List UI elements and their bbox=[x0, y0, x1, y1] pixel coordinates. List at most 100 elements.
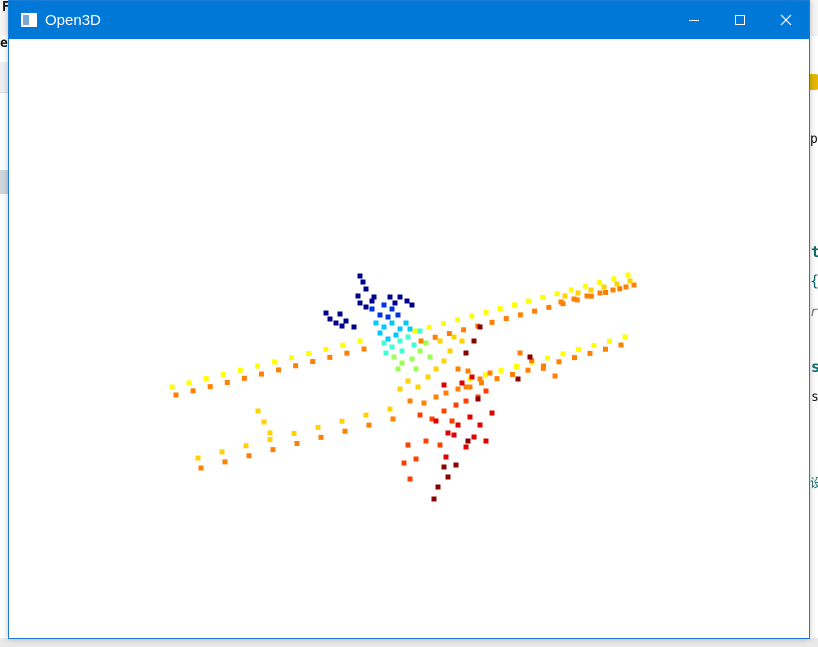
point bbox=[222, 459, 228, 465]
point bbox=[363, 286, 369, 292]
point bbox=[405, 442, 411, 448]
point bbox=[395, 366, 401, 372]
point bbox=[451, 432, 457, 438]
point bbox=[405, 378, 411, 384]
point bbox=[220, 371, 226, 377]
point bbox=[610, 287, 616, 293]
point bbox=[381, 302, 387, 308]
point bbox=[540, 294, 546, 300]
3d-viewport[interactable] bbox=[9, 39, 809, 638]
point bbox=[407, 476, 413, 482]
point bbox=[562, 293, 568, 299]
background-statusbar bbox=[0, 638, 818, 647]
point bbox=[497, 306, 503, 312]
point bbox=[369, 306, 375, 312]
point bbox=[483, 438, 489, 444]
point bbox=[463, 350, 469, 356]
point bbox=[276, 367, 282, 373]
point bbox=[371, 294, 377, 300]
point bbox=[445, 430, 451, 436]
point bbox=[323, 346, 329, 352]
point bbox=[515, 376, 521, 382]
title-bar[interactable]: Open3D bbox=[9, 1, 809, 39]
point bbox=[560, 351, 566, 357]
point bbox=[556, 359, 562, 365]
point bbox=[465, 438, 471, 444]
point bbox=[381, 324, 387, 330]
point bbox=[469, 313, 475, 319]
point bbox=[597, 279, 603, 285]
point bbox=[399, 360, 405, 366]
point bbox=[588, 293, 594, 299]
point bbox=[340, 342, 346, 348]
point bbox=[591, 342, 597, 348]
point bbox=[461, 327, 467, 333]
point bbox=[545, 355, 550, 361]
point bbox=[597, 290, 603, 296]
point bbox=[417, 412, 423, 418]
point bbox=[413, 456, 419, 462]
point bbox=[514, 363, 519, 369]
point bbox=[173, 392, 179, 398]
point bbox=[195, 455, 201, 461]
point bbox=[323, 310, 329, 316]
maximize-button[interactable] bbox=[717, 1, 763, 39]
point bbox=[293, 363, 299, 369]
point bbox=[397, 326, 403, 332]
point bbox=[471, 338, 477, 344]
point bbox=[190, 388, 196, 394]
point bbox=[246, 453, 252, 459]
point bbox=[261, 419, 267, 425]
point bbox=[357, 273, 363, 279]
minimize-button[interactable] bbox=[671, 1, 717, 39]
point bbox=[510, 371, 515, 377]
point bbox=[447, 348, 453, 354]
point bbox=[431, 496, 437, 502]
point bbox=[186, 380, 192, 386]
point bbox=[433, 418, 439, 424]
point bbox=[405, 334, 411, 340]
point bbox=[494, 376, 500, 382]
point bbox=[254, 363, 260, 369]
point bbox=[361, 346, 367, 352]
point bbox=[617, 286, 623, 292]
point bbox=[526, 298, 532, 304]
point bbox=[343, 318, 349, 324]
point bbox=[421, 400, 427, 406]
point bbox=[425, 374, 431, 380]
point bbox=[267, 430, 273, 436]
point bbox=[224, 379, 230, 385]
background-text-fragment: r bbox=[810, 305, 818, 320]
background-text-fragment: p bbox=[810, 132, 818, 147]
point bbox=[377, 312, 383, 318]
close-button[interactable] bbox=[763, 1, 809, 39]
point bbox=[289, 355, 295, 361]
point bbox=[363, 412, 369, 418]
point bbox=[381, 340, 387, 346]
point bbox=[440, 321, 446, 327]
point bbox=[344, 350, 350, 356]
point bbox=[270, 447, 276, 453]
point bbox=[587, 350, 593, 356]
point bbox=[532, 308, 538, 314]
point bbox=[451, 334, 457, 340]
point bbox=[407, 326, 413, 332]
open3d-window[interactable]: Open3D bbox=[8, 0, 810, 639]
point bbox=[409, 302, 415, 308]
point bbox=[373, 320, 379, 326]
point bbox=[576, 347, 581, 353]
point bbox=[377, 330, 383, 336]
point bbox=[467, 384, 473, 390]
point bbox=[432, 334, 438, 340]
point bbox=[407, 398, 413, 404]
point bbox=[437, 338, 443, 344]
point bbox=[315, 424, 321, 430]
point bbox=[360, 279, 366, 285]
point-cloud bbox=[169, 272, 637, 502]
maximize-icon bbox=[735, 15, 745, 25]
minimize-icon bbox=[689, 20, 699, 21]
point bbox=[622, 334, 628, 340]
point bbox=[409, 356, 415, 362]
point bbox=[498, 368, 504, 374]
point bbox=[540, 365, 546, 371]
